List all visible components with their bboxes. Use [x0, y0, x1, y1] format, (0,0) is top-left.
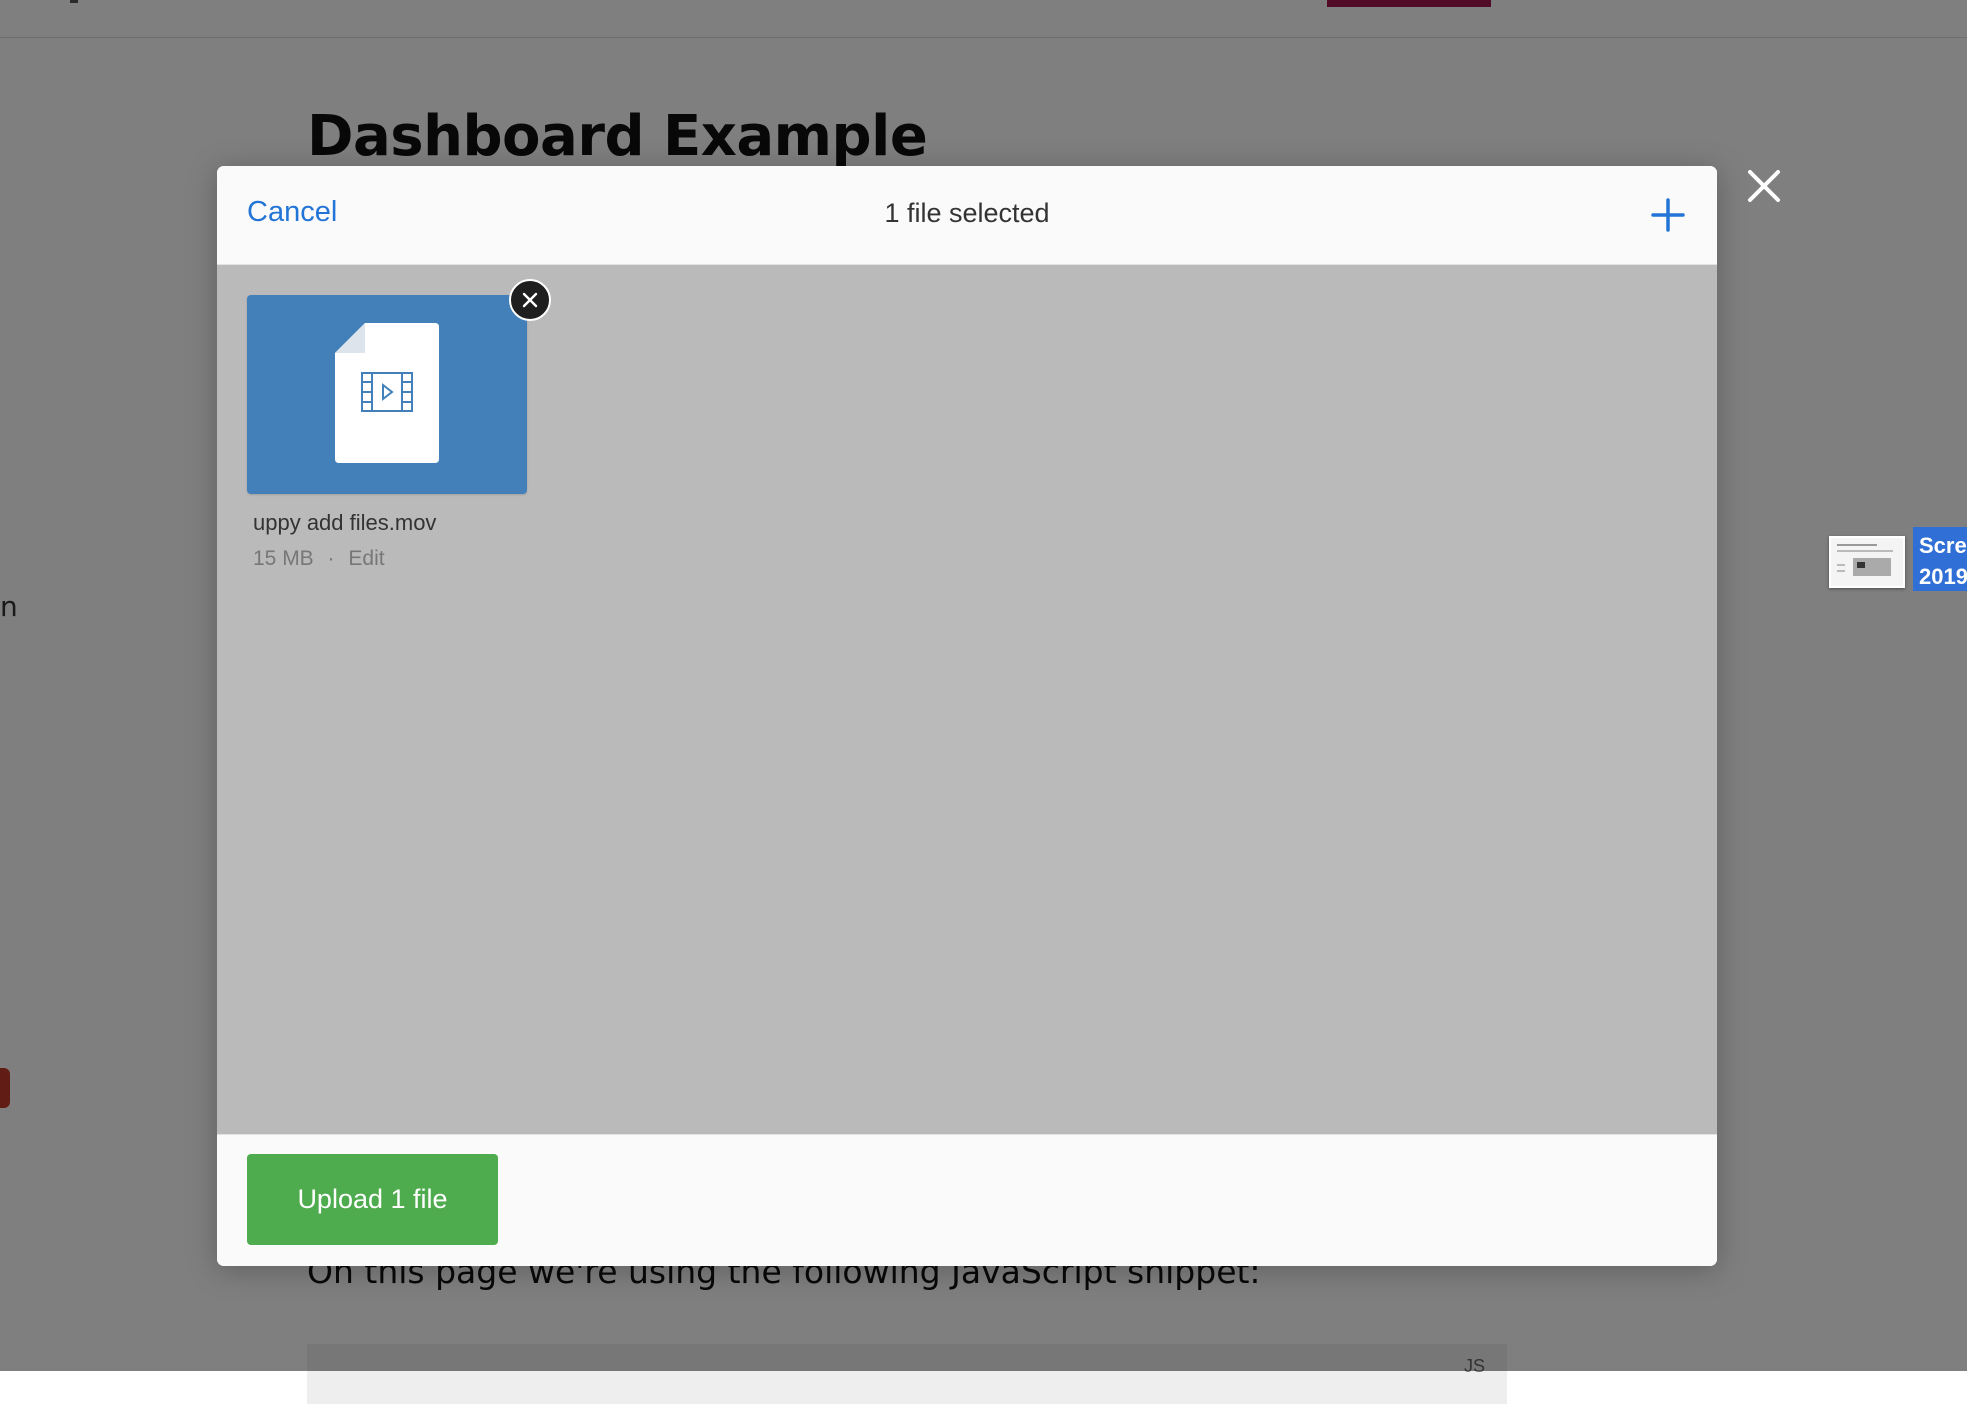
add-more-button[interactable] — [1649, 196, 1687, 234]
file-meta: 15 MB · Edit — [247, 547, 527, 571]
dashboard-header: Cancel 1 file selected — [217, 166, 1717, 265]
file-preview[interactable] — [247, 279, 551, 494]
dragged-file-thumbnail — [1829, 536, 1905, 588]
file-size: 15 MB — [253, 547, 314, 570]
video-file-icon — [335, 323, 439, 463]
uppy-dashboard-modal: Cancel 1 file selected uppy add files.mo… — [217, 166, 1717, 1266]
remove-file-button[interactable] — [509, 279, 551, 321]
files-list: uppy add files.mov 15 MB · Edit — [217, 265, 1717, 1135]
file-item[interactable]: uppy add files.mov 15 MB · Edit — [247, 279, 551, 571]
dragged-file-label-line2: 2019 — [1919, 564, 1967, 589]
close-icon — [522, 292, 538, 308]
plus-icon — [1651, 198, 1685, 232]
file-name: uppy add files.mov — [253, 510, 437, 535]
close-modal-button[interactable] — [1744, 166, 1784, 206]
dragged-file-label: Scre 2019 — [1913, 527, 1967, 591]
dashboard-footer: Upload 1 file — [217, 1134, 1717, 1266]
close-icon — [1748, 170, 1780, 202]
dragged-file-label-line1: Scre — [1919, 533, 1967, 558]
files-selected-title: 1 file selected — [884, 198, 1050, 228]
meta-separator: · — [327, 547, 335, 570]
upload-button[interactable]: Upload 1 file — [247, 1154, 498, 1245]
edit-file-link[interactable]: Edit — [348, 547, 384, 570]
